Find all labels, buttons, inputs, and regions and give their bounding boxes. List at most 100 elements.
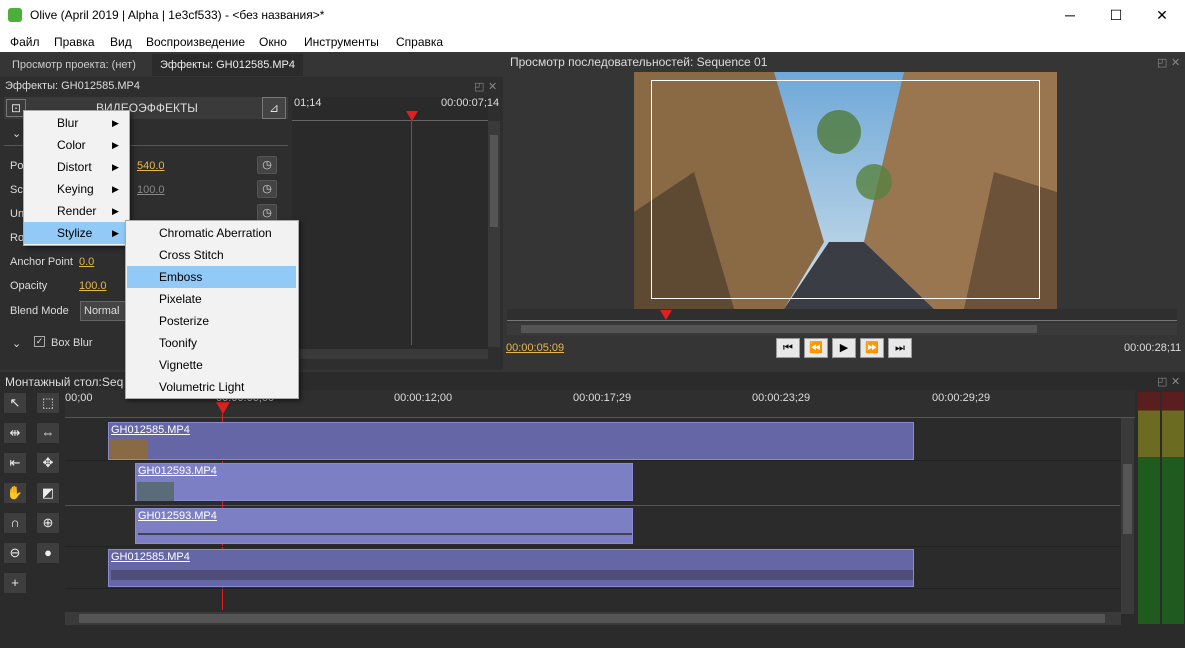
panel-close-icon[interactable]: ✕ <box>1171 56 1180 69</box>
go-to-end-button[interactable]: ⏭ <box>888 338 912 358</box>
scroll-thumb <box>490 135 498 227</box>
row-label-uniform: Un <box>10 208 25 220</box>
slip-tool-icon[interactable]: ✥ <box>36 452 60 474</box>
menu-item-keying[interactable]: Keying ▶ <box>24 178 129 200</box>
submenu-item[interactable]: Pixelate <box>126 288 298 310</box>
fast-forward-button[interactable]: ⏩ <box>860 338 884 358</box>
ripple-tool-icon[interactable]: ⇹ <box>3 422 27 444</box>
submenu-arrow-icon: ▶ <box>112 184 119 194</box>
minimize-button[interactable]: ─ <box>1047 0 1093 31</box>
video-clip[interactable]: GH012585.MP4 <box>108 422 914 460</box>
menu-item-color[interactable]: Color ▶ <box>24 134 129 156</box>
stylize-submenu: Chromatic Aberration Cross Stitch Emboss… <box>125 220 299 399</box>
submenu-item[interactable]: Posterize <box>126 310 298 332</box>
effects-playhead-line <box>411 119 412 345</box>
collapse-chevron-icon[interactable]: ⌄ <box>12 337 21 350</box>
menu-item-label: Vignette <box>159 358 203 372</box>
ruler-tick-label: 00:00:23;29 <box>752 392 811 404</box>
anchor-value[interactable]: 0.0 <box>79 256 94 268</box>
position-value[interactable]: 540.0 <box>137 160 165 172</box>
track-divider <box>65 460 1120 461</box>
menu-item-distort[interactable]: Distort ▶ <box>24 156 129 178</box>
submenu-arrow-icon: ▶ <box>112 206 119 216</box>
scale-value[interactable]: 100.0 <box>137 184 165 196</box>
track-divider <box>65 546 1120 547</box>
effects-hscroll[interactable] <box>292 349 488 359</box>
zoom-in-icon[interactable]: ⊕ <box>36 512 60 534</box>
scroll-thumb <box>79 614 1105 623</box>
menu-help[interactable]: Справка <box>396 35 443 49</box>
blend-mode-select[interactable]: Normal <box>80 301 126 321</box>
rewind-button[interactable]: ⏪ <box>804 338 828 358</box>
menu-playback[interactable]: Воспроизведение <box>146 35 245 49</box>
menu-item-render[interactable]: Render ▶ <box>24 200 129 222</box>
viewer-playhead[interactable] <box>660 310 672 320</box>
record-icon[interactable]: ● <box>36 542 60 564</box>
menu-item-label: Toonify <box>159 336 198 350</box>
menu-edit[interactable]: Правка <box>54 35 95 49</box>
clip-label: GH012593.MP4 <box>138 510 217 522</box>
viewer-ruler[interactable] <box>507 309 1177 321</box>
opacity-value[interactable]: 100.0 <box>79 280 107 292</box>
play-button[interactable]: ▶ <box>832 338 856 358</box>
razor-tool-icon[interactable]: ⇤ <box>3 452 27 474</box>
menu-item-stylize[interactable]: Stylize ▶ <box>24 222 129 244</box>
panel-close-icon[interactable]: ✕ <box>1171 375 1180 388</box>
transition-tool-icon[interactable]: ◩ <box>36 482 60 504</box>
enable-checkbox[interactable]: ✓ <box>34 336 45 347</box>
keyframe-clock-icon[interactable]: ◷ <box>257 180 277 198</box>
rolling-tool-icon[interactable]: ⇔ <box>36 422 60 444</box>
timeline-hscroll[interactable] <box>65 612 1121 625</box>
submenu-item[interactable]: Chromatic Aberration <box>126 222 298 244</box>
video-frame[interactable] <box>634 72 1057 309</box>
go-to-start-button[interactable]: ⏮ <box>776 338 800 358</box>
zoom-out-icon[interactable]: ⊖ <box>3 542 27 564</box>
menu-item-label: Emboss <box>159 270 203 284</box>
audio-clip[interactable]: GH012593.MP4 <box>135 508 633 544</box>
close-button[interactable]: ✕ <box>1139 0 1185 31</box>
tab-effects[interactable]: Эффекты: GH012585.MP4 <box>152 54 303 76</box>
menu-item-label: Chromatic Aberration <box>159 226 272 240</box>
effects-header: Эффекты: GH012585.MP4 <box>5 80 140 92</box>
submenu-item[interactable]: Volumetric Light <box>126 376 298 398</box>
menu-item-blur[interactable]: Blur ▶ <box>24 112 129 134</box>
panel-close-icon[interactable]: ✕ <box>488 80 497 93</box>
snap-magnet-icon[interactable]: ∩ <box>3 512 27 534</box>
effects-tc-start: 01;14 <box>294 97 322 109</box>
add-transition-icon[interactable]: ⊿ <box>262 97 286 119</box>
submenu-item[interactable]: Toonify <box>126 332 298 354</box>
current-timecode[interactable]: 00:00:05;09 <box>506 342 564 354</box>
panel-float-icon[interactable]: ◰ <box>1157 375 1167 388</box>
hand-tool-icon[interactable]: ✋ <box>3 482 27 504</box>
panel-float-icon[interactable]: ◰ <box>474 80 484 93</box>
menu-tools[interactable]: Инструменты <box>304 35 379 49</box>
tab-project-view[interactable]: Просмотр проекта: (нет) <box>4 54 144 76</box>
menu-file[interactable]: Файл <box>10 35 40 49</box>
menu-item-label: Stylize <box>57 226 93 240</box>
audio-clip[interactable]: GH012585.MP4 <box>108 549 914 587</box>
keyframe-clock-icon[interactable]: ◷ <box>257 156 277 174</box>
video-clip[interactable]: GH012593.MP4 <box>135 463 633 501</box>
ruler-tick-label: 00;00 <box>65 392 93 404</box>
add-track-icon[interactable]: + <box>3 572 27 594</box>
pointer-tool-icon[interactable]: ↖ <box>3 392 27 414</box>
end-timecode: 00:00:28;11 <box>1124 342 1182 354</box>
viewer-panel: Просмотр последовательностей: Sequence 0… <box>505 54 1185 370</box>
submenu-item[interactable]: Cross Stitch <box>126 244 298 266</box>
submenu-item[interactable]: Emboss <box>127 266 296 288</box>
submenu-arrow-icon: ▶ <box>112 228 119 238</box>
collapse-chevron-icon[interactable]: ⌄ <box>12 127 21 140</box>
timeline-playhead[interactable] <box>216 402 230 414</box>
effects-vscroll[interactable] <box>488 121 500 347</box>
viewer-hscroll[interactable] <box>507 323 1177 335</box>
maximize-button[interactable]: ☐ <box>1093 0 1139 31</box>
timeline-vscroll[interactable] <box>1121 418 1134 614</box>
select-tool-icon[interactable]: ⬚ <box>36 392 60 414</box>
submenu-arrow-icon: ▶ <box>112 118 119 128</box>
submenu-item[interactable]: Vignette <box>126 354 298 376</box>
menu-view[interactable]: Вид <box>110 35 132 49</box>
app-icon <box>8 8 22 22</box>
effects-playhead[interactable] <box>406 111 418 121</box>
menu-window[interactable]: Окно <box>259 35 287 49</box>
panel-float-icon[interactable]: ◰ <box>1157 56 1167 69</box>
